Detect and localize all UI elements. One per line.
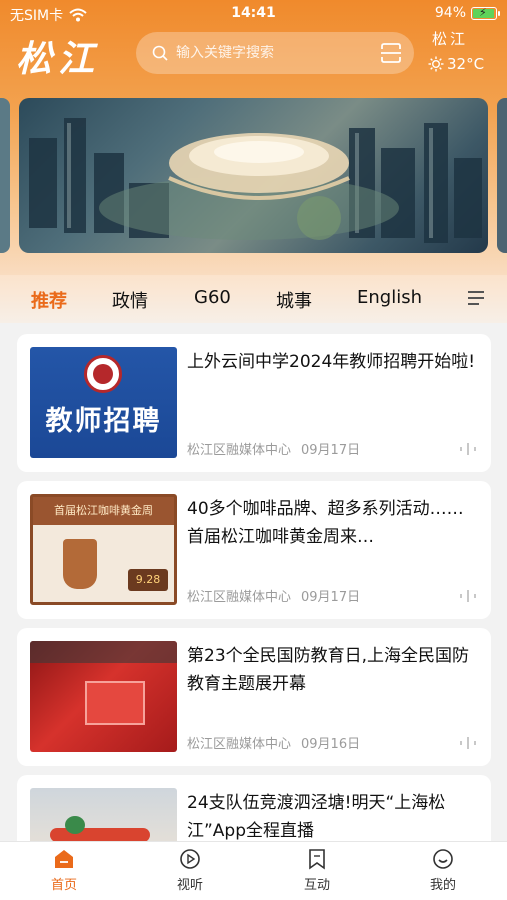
battery-icon: ⚡ (471, 6, 500, 20)
tabbar-label: 视听 (176, 878, 203, 893)
smile-icon (433, 849, 453, 869)
tabbar-media[interactable]: 视听 (150, 848, 230, 893)
tabbar-profile[interactable]: 我的 (403, 848, 483, 893)
news-thumbnail (30, 641, 177, 752)
news-card[interactable]: 第23个全民国防教育日,上海全民国防教育主题展开幕 松江区融媒体中心 09月16日 (17, 628, 491, 766)
news-thumbnail (30, 788, 177, 841)
news-source: 松江区融媒体中心 (187, 590, 292, 605)
tab-english[interactable]: English (357, 287, 422, 308)
tabbar-label: 首页 (50, 878, 77, 893)
tabbar-label: 互动 (303, 878, 330, 893)
search-input[interactable] (176, 45, 366, 61)
news-date: 09月16日 (301, 737, 361, 752)
coffee-grinder-icon (63, 539, 97, 589)
app-logo: 松江 (16, 38, 101, 80)
tabbar-home[interactable]: 首页 (24, 848, 104, 893)
exhibition-wall (85, 681, 145, 725)
tab-city[interactable]: 城事 (276, 287, 312, 313)
more-icon[interactable] (459, 442, 477, 456)
bottom-tab-bar: 首页 视听 互动 我的 (0, 841, 507, 900)
tabbar-interact[interactable]: 互动 (277, 848, 357, 893)
banner-cityscape (29, 118, 482, 243)
home-icon (55, 850, 73, 868)
thumbnail-text: 首届松江咖啡黄金周 (33, 497, 174, 525)
more-icon[interactable] (459, 736, 477, 750)
weather-temperature: 32°C (447, 55, 485, 73)
tab-g60[interactable]: G60 (194, 287, 231, 308)
news-title[interactable]: 24支队伍竞渡泗泾塘!明天“上海松江”App全程直播 (187, 789, 477, 841)
status-time: 14:41 (231, 5, 276, 21)
menu-icon[interactable] (466, 290, 486, 306)
news-date: 09月17日 (301, 443, 361, 458)
news-thumbnail: 首届松江咖啡黄金周 9.28 (30, 494, 177, 605)
banner-prev-peek[interactable] (0, 98, 10, 253)
news-title[interactable]: 40多个咖啡品牌、超多系列活动……首届松江咖啡黄金周来… (187, 495, 477, 551)
news-title[interactable]: 上外云间中学2024年教师招聘开始啦! (187, 348, 477, 376)
news-feed[interactable]: 教师招聘 上外云间中学2024年教师招聘开始啦! 松江区融媒体中心 09月17日 … (0, 323, 507, 841)
weather-widget[interactable]: 松江 32°C (428, 28, 484, 73)
tab-politics[interactable]: 政情 (112, 287, 148, 313)
tabbar-label: 我的 (429, 878, 456, 893)
app-header: 松江 松江 32°C (0, 28, 507, 86)
news-thumbnail: 教师招聘 (30, 347, 177, 458)
more-icon[interactable] (459, 589, 477, 603)
play-icon (180, 849, 200, 869)
scan-icon[interactable] (380, 42, 402, 64)
school-emblem-icon (84, 355, 122, 393)
sun-icon (428, 56, 444, 72)
weather-city: 松江 (432, 30, 469, 48)
search-icon (152, 45, 168, 61)
tab-recommend[interactable]: 推荐 (31, 287, 67, 313)
banner-image[interactable] (19, 98, 488, 253)
news-card[interactable]: 首届松江咖啡黄金周 9.28 40多个咖啡品牌、超多系列活动……首届松江咖啡黄金… (17, 481, 491, 619)
news-card[interactable]: 24支队伍竞渡泗泾塘!明天“上海松江”App全程直播 (17, 775, 491, 841)
search-bar[interactable] (136, 32, 414, 74)
news-title[interactable]: 第23个全民国防教育日,上海全民国防教育主题展开幕 (187, 642, 477, 698)
news-card[interactable]: 教师招聘 上外云间中学2024年教师招聘开始啦! 松江区融媒体中心 09月17日 (17, 334, 491, 472)
thumbnail-text: 教师招聘 (45, 406, 162, 437)
news-source: 松江区融媒体中心 (187, 737, 292, 752)
category-tabs: 推荐 政情 G60 城事 English (0, 275, 507, 323)
battery-percent: 94% (434, 5, 466, 21)
news-source: 松江区融媒体中心 (187, 443, 292, 458)
bookmark-icon (309, 849, 325, 870)
status-bar: 无SIM卡 14:41 94% ⚡ (0, 0, 507, 28)
news-date: 09月17日 (301, 590, 361, 605)
banner-next-peek[interactable] (497, 98, 507, 253)
thumbnail-date: 9.28 (128, 569, 168, 591)
